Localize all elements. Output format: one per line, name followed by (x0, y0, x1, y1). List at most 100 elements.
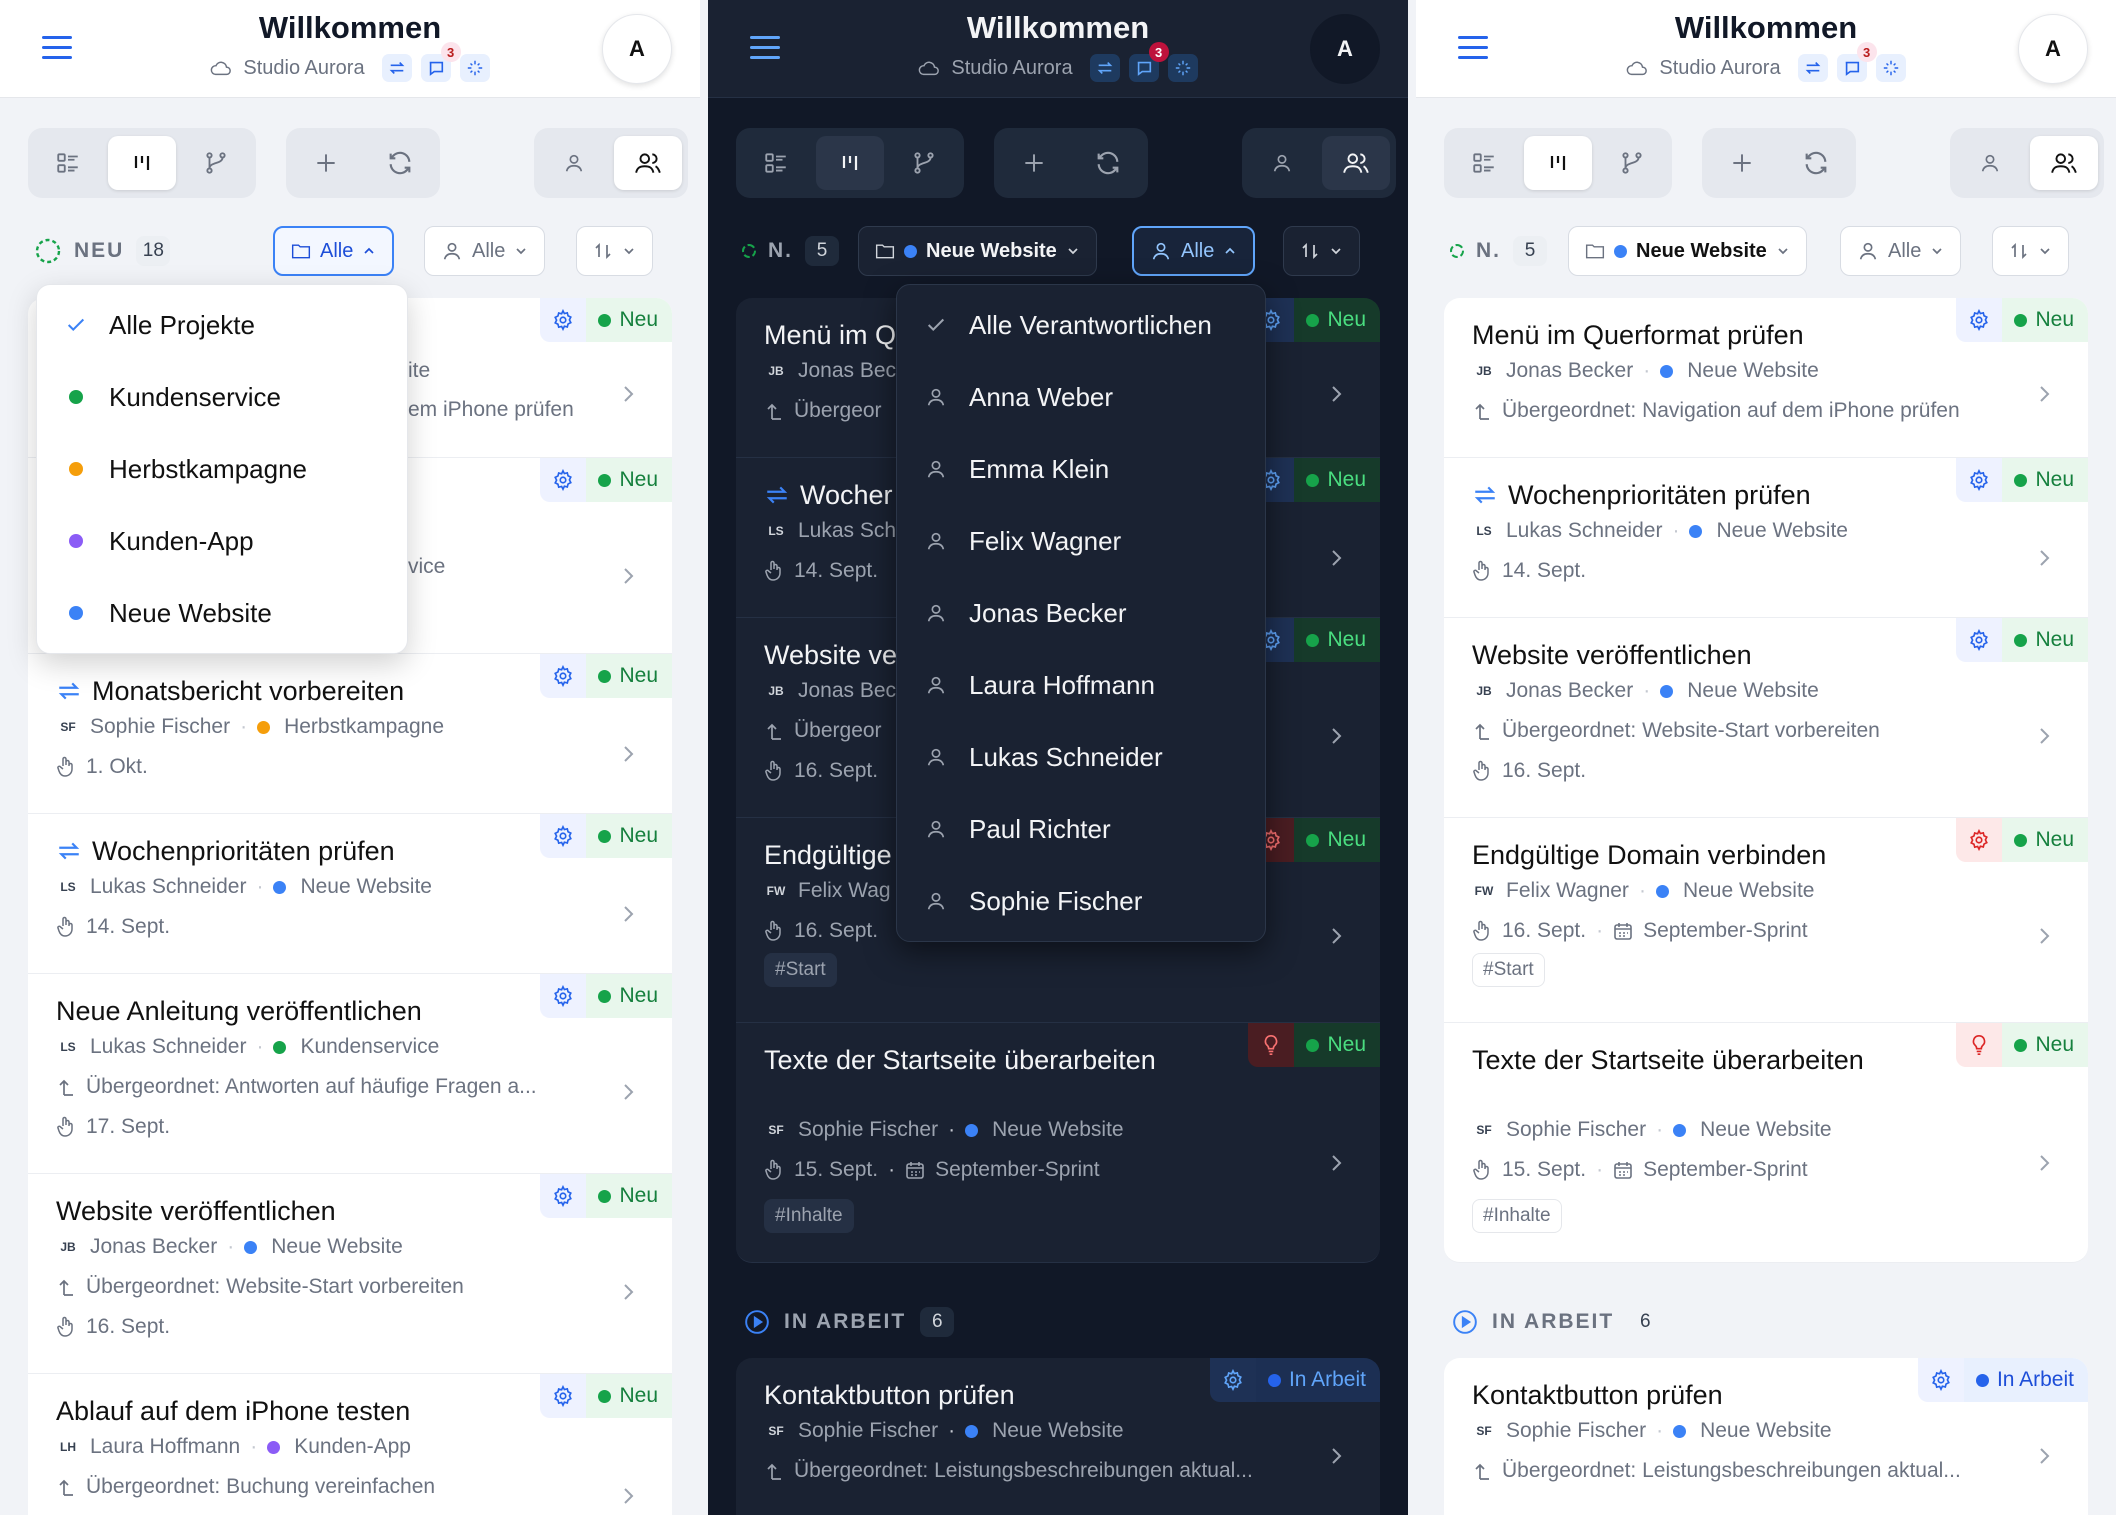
project-menu-item[interactable]: Kundenservice (37, 361, 407, 433)
messages-button[interactable]: 3 (420, 42, 461, 82)
chevron-right-icon[interactable] (616, 1484, 640, 1508)
task-card[interactable]: Website veröffentlichen Neu JB Jonas Becker… (28, 1174, 672, 1374)
assignee-menu-item[interactable]: Sophie Fischer (897, 865, 1265, 937)
add-task-button[interactable] (1000, 136, 1068, 190)
sort-button[interactable] (1992, 226, 2069, 276)
avatar[interactable]: A (602, 14, 672, 84)
project-menu-item[interactable]: Herbstkampagne (37, 433, 407, 505)
assignee-menu-item[interactable]: Anna Weber (897, 361, 1265, 433)
task-card[interactable]: Endgültige Domain verbinden Neu FW Felix Wa… (1444, 818, 2088, 1023)
graph-view-button[interactable] (1598, 136, 1666, 190)
chevron-right-icon[interactable] (2032, 1151, 2056, 1175)
list-view-button[interactable] (34, 136, 102, 190)
chevron-down-icon (1930, 244, 1944, 258)
refresh-button[interactable] (366, 136, 434, 190)
task-card[interactable]: Website veröffentlichen Neu JB Jonas Becker… (1444, 618, 2088, 818)
project-filter-button[interactable]: Neue Website (858, 226, 1097, 276)
ai-button[interactable] (1167, 54, 1198, 82)
ai-button[interactable] (1875, 54, 1906, 82)
assignee-menu-item[interactable]: Paul Richter (897, 793, 1265, 865)
assignee-filter-button[interactable]: Alle (1840, 226, 1962, 276)
sort-button[interactable] (576, 226, 653, 276)
team-tasks-button[interactable] (1322, 136, 1390, 190)
chevron-right-icon[interactable] (616, 902, 640, 926)
project-menu-item[interactable]: Neue Website (37, 577, 407, 649)
task-card[interactable]: Kontaktbutton prüfen In Arbeit SF Sophie Fi… (736, 1358, 1380, 1515)
add-task-button[interactable] (292, 136, 360, 190)
task-card[interactable]: Texte der Startseite überarbeiten Neu SF So… (736, 1023, 1380, 1263)
sort-button[interactable] (1283, 226, 1360, 276)
chevron-right-icon[interactable] (1324, 1151, 1348, 1175)
assignee-menu-item[interactable]: Jonas Becker (897, 577, 1265, 649)
sync-button[interactable] (1089, 54, 1120, 82)
chevron-right-icon[interactable] (2032, 724, 2056, 748)
chevron-right-icon[interactable] (2032, 924, 2056, 948)
chevron-right-icon[interactable] (616, 1280, 640, 1304)
sync-button[interactable] (1797, 54, 1828, 82)
my-tasks-button[interactable] (1956, 136, 2024, 190)
assignee-menu-item[interactable]: Laura Hoffmann (897, 649, 1265, 721)
board-view-button[interactable] (108, 136, 176, 190)
project-filter-button[interactable]: Alle (273, 226, 395, 276)
team-tasks-button[interactable] (614, 136, 682, 190)
my-tasks-button[interactable] (1248, 136, 1316, 190)
task-tag[interactable]: #Inhalte (1472, 1199, 1562, 1233)
chevron-right-icon[interactable] (2032, 546, 2056, 570)
chevron-right-icon[interactable] (1324, 924, 1348, 948)
task-card[interactable]: Menü im Querformat prüfen Neu JB Jonas Beck… (1444, 298, 2088, 458)
list-view-button[interactable] (1450, 136, 1518, 190)
refresh-button[interactable] (1782, 136, 1850, 190)
chevron-right-icon[interactable] (616, 382, 640, 406)
graph-view-button[interactable] (182, 136, 250, 190)
project-menu-item[interactable]: Alle Projekte (37, 289, 407, 361)
task-card[interactable]: Kontaktbutton prüfen In Arbeit SF Sophie Fi… (1444, 1358, 2088, 1515)
project-menu-item[interactable]: Kunden-App (37, 505, 407, 577)
project-filter-button[interactable]: Neue Website (1568, 226, 1807, 276)
chevron-right-icon[interactable] (616, 742, 640, 766)
task-tag[interactable]: #Inhalte (764, 1199, 854, 1233)
task-tag[interactable]: #Start (764, 953, 837, 987)
ai-button[interactable] (459, 54, 490, 82)
chevron-right-icon[interactable] (1324, 382, 1348, 406)
chevron-right-icon[interactable] (1324, 724, 1348, 748)
section-header-new[interactable]: NEU 18 (34, 226, 171, 276)
chevron-right-icon[interactable] (1324, 546, 1348, 570)
my-tasks-button[interactable] (540, 136, 608, 190)
task-card[interactable]: Monatsbericht vorbereiten Neu SF Sophie Fis… (28, 654, 672, 814)
assignee-menu-item[interactable]: Lukas Schneider (897, 721, 1265, 793)
section-header-new[interactable]: N. 5 (742, 226, 839, 276)
avatar[interactable]: A (2018, 14, 2088, 84)
task-card[interactable]: Neue Anleitung veröffentlichen Neu LS Lukas… (28, 974, 672, 1174)
board-view-button[interactable] (1524, 136, 1592, 190)
task-card[interactable]: Wochenprioritäten prüfen Neu LS Lukas Schne… (28, 814, 672, 974)
add-task-button[interactable] (1708, 136, 1776, 190)
chevron-right-icon[interactable] (616, 1080, 640, 1104)
chevron-right-icon[interactable] (2032, 382, 2056, 406)
team-tasks-button[interactable] (2030, 136, 2098, 190)
sync-button[interactable] (381, 54, 412, 82)
board-view-button[interactable] (816, 136, 884, 190)
messages-button[interactable]: 3 (1128, 42, 1169, 82)
avatar[interactable]: A (1310, 14, 1380, 84)
section-header-new[interactable]: N. 5 (1450, 226, 1547, 276)
chevron-right-icon[interactable] (1324, 1444, 1348, 1468)
chevron-right-icon[interactable] (2032, 1444, 2056, 1468)
task-card[interactable]: Texte der Startseite überarbeiten Neu SF So… (1444, 1023, 2088, 1263)
section-header-in-progress[interactable]: IN ARBEIT 6 (1452, 1302, 1662, 1342)
refresh-button[interactable] (1074, 136, 1142, 190)
chevron-right-icon[interactable] (616, 564, 640, 588)
task-tag[interactable]: #Start (1472, 953, 1545, 987)
graph-view-button[interactable] (890, 136, 958, 190)
assignee-filter-button[interactable]: Alle (1132, 226, 1256, 276)
status-badge: Neu (586, 974, 672, 1018)
assignee-menu-item[interactable]: Alle Verantwortlichen (897, 289, 1265, 361)
assignee-filter-button[interactable]: Alle (424, 226, 546, 276)
task-badges: Neu (540, 298, 672, 342)
messages-button[interactable]: 3 (1836, 42, 1877, 82)
task-card[interactable]: Wochenprioritäten prüfen Neu LS Lukas Schne… (1444, 458, 2088, 618)
list-view-button[interactable] (742, 136, 810, 190)
section-header-in-progress[interactable]: IN ARBEIT 6 (744, 1302, 955, 1342)
assignee-menu-item[interactable]: Emma Klein (897, 433, 1265, 505)
assignee-menu-item[interactable]: Felix Wagner (897, 505, 1265, 577)
task-card[interactable]: Ablauf auf dem iPhone testen Neu LH Laura H… (28, 1374, 672, 1515)
